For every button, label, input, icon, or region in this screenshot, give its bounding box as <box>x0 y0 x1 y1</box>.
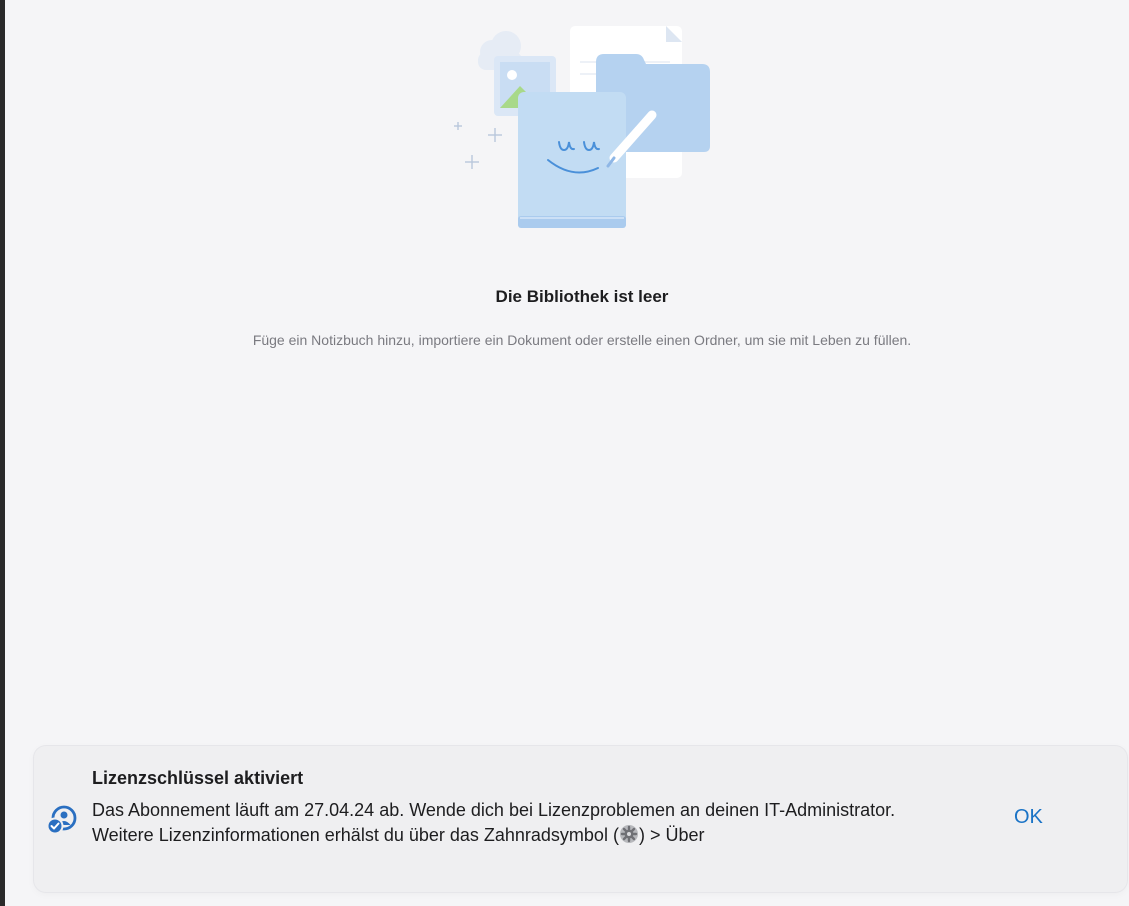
empty-state-title: Die Bibliothek ist leer <box>495 287 669 306</box>
gear-icon <box>619 825 638 843</box>
license-user-check-icon <box>46 805 77 835</box>
ok-button[interactable]: OK <box>1014 806 1043 829</box>
notification-message: Das Abonnement läuft am 27.04.24 ab. Wen… <box>92 798 922 848</box>
sparkle-icon <box>454 122 502 169</box>
window-left-edge <box>0 0 5 906</box>
notification-message-part2: ) > Über <box>638 825 705 845</box>
notification-title: Lizenzschlüssel aktiviert <box>92 768 304 788</box>
notification-message-part1: Das Abonnement läuft am 27.04.24 ab. Wen… <box>92 800 896 845</box>
empty-state-subtitle: Füge ein Notizbuch hinzu, importiere ein… <box>252 332 912 348</box>
license-notification: Lizenzschlüssel aktiviert Das Abonnement… <box>34 746 1127 892</box>
library-empty-illustration <box>454 26 710 228</box>
